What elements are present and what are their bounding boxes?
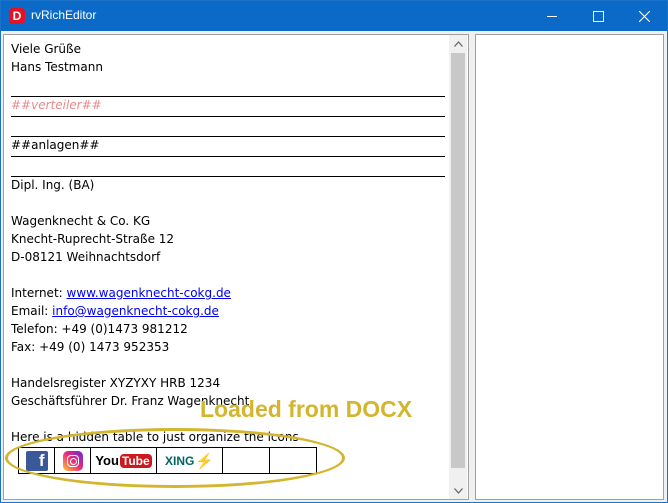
social-icons-table: f You Tube XING ⚡ bbox=[18, 447, 317, 474]
close-button[interactable] bbox=[621, 1, 667, 31]
horizontal-rule bbox=[11, 136, 445, 137]
rich-text-editor[interactable]: Viele Grüße Hans Testmann ##verteiler## … bbox=[3, 34, 469, 500]
chevron-down-icon bbox=[453, 487, 463, 494]
instagram-icon[interactable] bbox=[62, 450, 83, 471]
website-link[interactable]: www.wagenknecht-cokg.de bbox=[67, 286, 231, 300]
email-link[interactable]: info@wagenknecht-cokg.de bbox=[52, 304, 219, 318]
text-line-hidden-table-note: Here is a hidden table to just organize … bbox=[11, 430, 299, 444]
table-cell: You Tube bbox=[91, 448, 157, 473]
text-line-city: D-08121 Weihnachtsdorf bbox=[11, 250, 161, 264]
table-cell: XING ⚡ bbox=[157, 448, 223, 473]
youtube-icon[interactable]: You Tube bbox=[95, 453, 152, 468]
xing-text: XING bbox=[164, 453, 195, 468]
text-line-internet: Internet: www.wagenknecht-cokg.de bbox=[11, 286, 231, 300]
internet-label: Internet: bbox=[11, 286, 67, 300]
app-icon[interactable]: D bbox=[9, 8, 25, 24]
maximize-button[interactable] bbox=[575, 1, 621, 31]
horizontal-rule bbox=[11, 176, 445, 177]
window-title: rvRichEditor bbox=[31, 8, 97, 22]
table-cell-empty bbox=[223, 448, 270, 473]
minimize-button[interactable] bbox=[529, 1, 575, 31]
text-line-register: Handelsregister XYZYXY HRB 1234 bbox=[11, 376, 221, 390]
anlagen-placeholder: ##anlagen## bbox=[11, 138, 100, 152]
scrollbar-thumb[interactable] bbox=[451, 53, 465, 468]
close-icon bbox=[638, 10, 650, 22]
table-cell: f bbox=[19, 448, 55, 473]
email-label: Email: bbox=[11, 304, 53, 318]
facebook-icon[interactable]: f bbox=[25, 450, 48, 471]
title-bar[interactable]: D rvRichEditor bbox=[1, 1, 667, 31]
chevron-up-icon bbox=[453, 40, 463, 47]
horizontal-rule bbox=[11, 96, 445, 97]
text-line-fax: Fax: +49 (0) 1473 952353 bbox=[11, 340, 170, 354]
xing-x-mark: ⚡ bbox=[195, 452, 215, 470]
verteiler-placeholder: ##verteiler## bbox=[11, 98, 102, 112]
text-line-greeting: Viele Grüße bbox=[11, 42, 81, 56]
table-cell bbox=[55, 448, 91, 473]
text-line-degree: Dipl. Ing. (BA) bbox=[11, 178, 95, 192]
scroll-up-button[interactable] bbox=[449, 35, 467, 52]
minimize-icon bbox=[547, 15, 557, 17]
vertical-scrollbar[interactable] bbox=[449, 35, 467, 499]
youtube-you-text: You bbox=[95, 453, 119, 468]
youtube-tube-text: Tube bbox=[119, 453, 152, 468]
text-line-name: Hans Testmann bbox=[11, 60, 103, 74]
annotation-label: Loaded from DOCX bbox=[200, 396, 413, 422]
horizontal-rule bbox=[11, 156, 445, 157]
maximize-icon bbox=[592, 10, 604, 22]
text-line-email: Email: info@wagenknecht-cokg.de bbox=[11, 304, 219, 318]
scroll-down-button[interactable] bbox=[449, 482, 467, 499]
side-panel[interactable] bbox=[475, 34, 664, 500]
text-line-company: Wagenknecht & Co. KG bbox=[11, 214, 151, 228]
xing-icon[interactable]: XING ⚡ bbox=[165, 452, 214, 470]
text-line-phone: Telefon: +49 (0)1473 981212 bbox=[11, 322, 188, 336]
horizontal-rule bbox=[11, 116, 445, 117]
table-cell-empty bbox=[270, 448, 316, 473]
text-line-street: Knecht-Ruprecht-Straße 12 bbox=[11, 232, 175, 246]
